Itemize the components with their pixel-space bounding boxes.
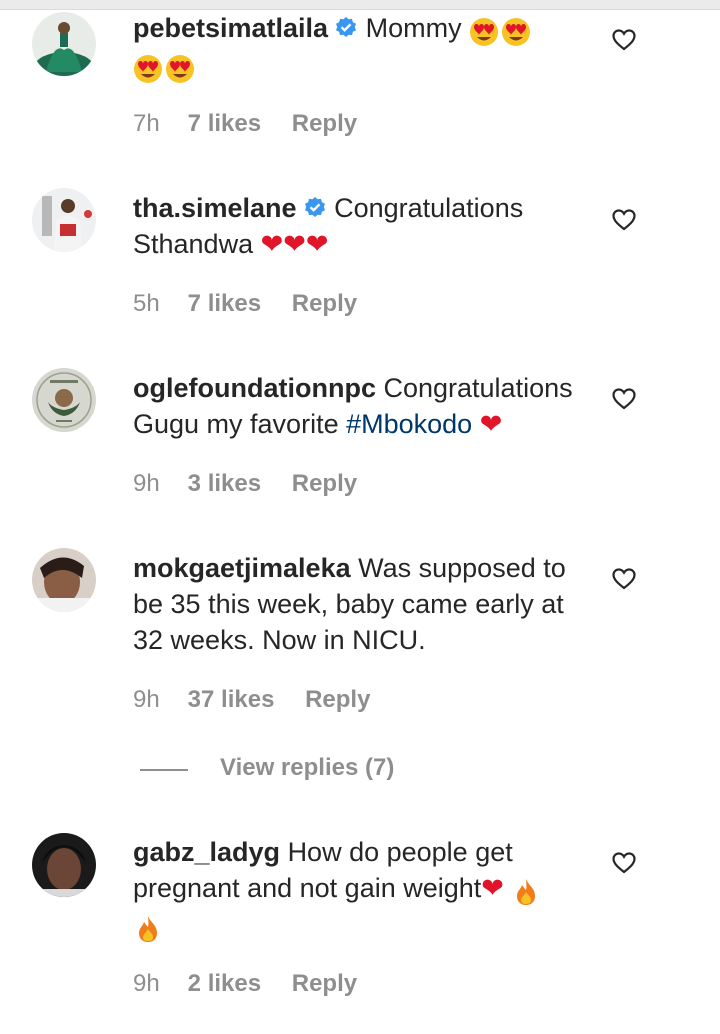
avatar[interactable]	[32, 12, 96, 76]
reply-button[interactable]: Reply	[305, 686, 370, 714]
username[interactable]: gabz_ladyg	[133, 837, 280, 867]
likes-count[interactable]: 7 likes	[188, 110, 261, 138]
verified-badge-icon	[336, 17, 357, 37]
fire-emoji-icon	[133, 912, 165, 944]
red-heart-emoji-icon: ❤	[479, 409, 503, 439]
heart-outline-icon[interactable]	[611, 207, 637, 233]
comment-text: oglefoundationnpc Congratulations Gugu m…	[133, 370, 583, 442]
view-replies-label[interactable]: View replies (7)	[220, 754, 394, 782]
heart-eyes-emoji-icon	[469, 15, 501, 47]
heart-eyes-emoji-icon	[501, 15, 533, 47]
likes-count[interactable]: 7 likes	[188, 290, 261, 318]
reply-button[interactable]: Reply	[292, 290, 357, 318]
heart-outline-icon[interactable]	[611, 850, 637, 876]
comment-text: pebetsimatlaila Mommy	[133, 10, 583, 84]
verified-badge-icon	[304, 197, 325, 217]
timestamp: 7h	[133, 110, 160, 137]
comment-text: tha.simelane Congratulations Sthandwa ❤❤…	[133, 190, 583, 262]
avatar[interactable]	[32, 188, 96, 252]
comment-meta: 9h 3 likes Reply	[133, 470, 357, 498]
likes-count[interactable]: 37 likes	[188, 686, 275, 714]
username[interactable]: mokgaetjimaleka	[133, 553, 351, 583]
comment-body: Mommy	[365, 13, 462, 43]
reply-button[interactable]: Reply	[292, 110, 357, 138]
comment-meta: 7h 7 likes Reply	[133, 110, 357, 138]
timestamp: 9h	[133, 686, 160, 713]
comment-meta: 9h 37 likes Reply	[133, 686, 370, 714]
view-replies-divider	[140, 769, 188, 771]
comment-text: mokgaetjimaleka Was supposed to be 35 th…	[133, 550, 583, 658]
avatar[interactable]	[32, 833, 96, 897]
top-divider	[0, 0, 720, 10]
avatar[interactable]	[32, 548, 96, 612]
username[interactable]: oglefoundationnpc	[133, 373, 376, 403]
likes-count[interactable]: 2 likes	[188, 970, 261, 998]
reply-button[interactable]: Reply	[292, 470, 357, 498]
username[interactable]: pebetsimatlaila	[133, 13, 328, 43]
reply-button[interactable]: Reply	[292, 970, 357, 998]
avatar[interactable]	[32, 368, 96, 432]
heart-outline-icon[interactable]	[611, 386, 637, 412]
likes-count[interactable]: 3 likes	[188, 470, 261, 498]
comment-meta: 5h 7 likes Reply	[133, 290, 357, 318]
timestamp: 9h	[133, 470, 160, 497]
red-heart-emoji-icon: ❤	[283, 229, 306, 259]
heart-outline-icon[interactable]	[611, 27, 637, 53]
heart-eyes-emoji-icon	[165, 52, 197, 84]
fire-emoji-icon	[511, 875, 543, 907]
red-heart-emoji-icon: ❤	[481, 873, 504, 903]
comment-text: gabz_ladyg How do people get pregnant an…	[133, 834, 583, 944]
timestamp: 9h	[133, 970, 160, 997]
red-heart-emoji-icon: ❤	[260, 229, 284, 259]
timestamp: 5h	[133, 290, 160, 317]
red-heart-emoji-icon: ❤	[305, 229, 329, 259]
comment-meta: 9h 2 likes Reply	[133, 970, 357, 998]
hashtag-link[interactable]: #Mbokodo	[346, 409, 472, 439]
heart-outline-icon[interactable]	[611, 566, 637, 592]
username[interactable]: tha.simelane	[133, 193, 297, 223]
heart-eyes-emoji-icon	[133, 52, 165, 84]
